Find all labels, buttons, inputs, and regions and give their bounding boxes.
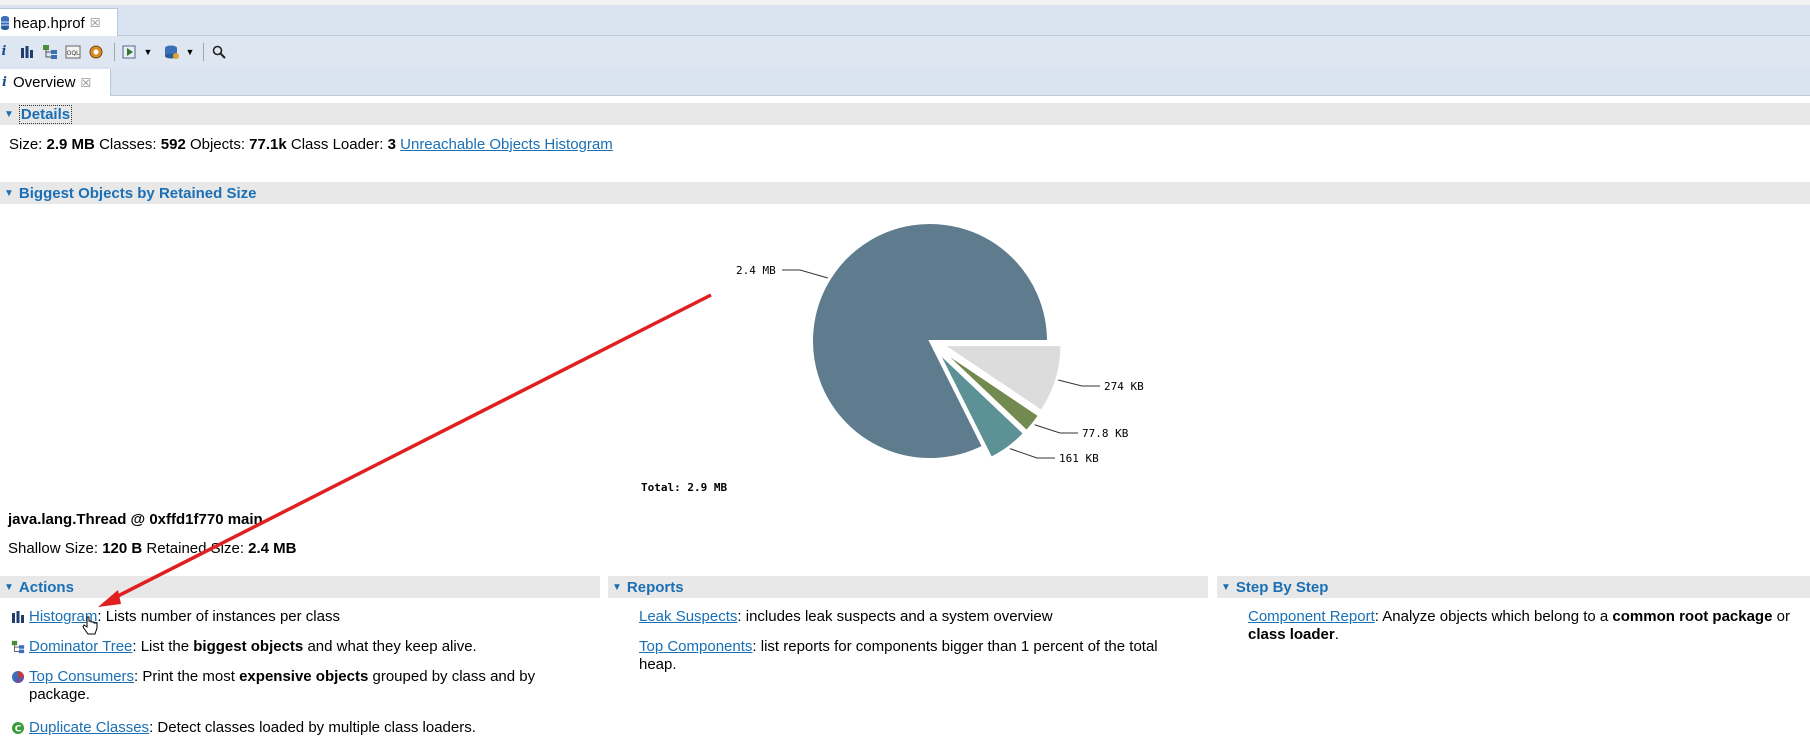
classes-value: 592 [160, 136, 186, 153]
slice-label-161kb: 161 KB [1059, 452, 1099, 465]
view-tab-label: Overview [12, 74, 76, 91]
chevron-down-icon: ▼ [4, 108, 14, 120]
info-icon: i [2, 75, 7, 90]
details-summary: Size: 2.9 MB Classes: 592 Objects: 77.1k… [9, 136, 613, 153]
dominator-tree-icon[interactable] [40, 42, 60, 62]
step-by-step-section-header[interactable]: ▼ Step By Step [1217, 576, 1810, 598]
chevron-down-icon: ▼ [612, 581, 622, 593]
pie-slice-main[interactable] [811, 222, 1050, 460]
size-value: 2.9 MB [46, 136, 95, 153]
pie-slice-161kb[interactable] [937, 351, 1026, 460]
details-title: Details [18, 104, 73, 124]
duplicate-classes-icon: C [12, 722, 24, 735]
pie-leader-line [1058, 379, 1100, 387]
retained-size-value: 2.4 MB [248, 540, 297, 557]
database-icon [1, 16, 9, 30]
report-leak-suspects: Leak Suspects: includes leak suspects an… [639, 608, 1053, 625]
actions-title: Actions [18, 578, 74, 596]
oql-icon[interactable]: OQL [63, 42, 83, 62]
component-report-link[interactable]: Component Report [1248, 608, 1375, 625]
chevron-down-icon: ▼ [4, 581, 14, 593]
editor-tab-label: heap.hprof [13, 14, 85, 32]
slice-label-77kb: 77.8 KB [1082, 427, 1129, 440]
top-consumers-icon [12, 671, 24, 683]
histogram-icon[interactable] [17, 42, 37, 62]
action-top-consumers: Top Consumers: Print the most expensive … [11, 668, 591, 704]
editor-tab-bar: heap.hprof ☒ [0, 5, 1810, 37]
step-component-report: Component Report: Analyze objects which … [1248, 608, 1790, 643]
step-by-step-title: Step By Step [1235, 578, 1329, 596]
editor-tab-heap[interactable]: heap.hprof ☒ [0, 8, 118, 37]
gears-icon[interactable] [86, 42, 106, 62]
pie-total-label: Total: 2.9 MB [641, 481, 728, 494]
leak-suspects-link[interactable]: Leak Suspects [639, 608, 737, 625]
top-consumers-link[interactable]: Top Consumers [29, 668, 134, 685]
action-duplicate-classes: C Duplicate Classes: Detect classes load… [11, 719, 591, 737]
tab-overview[interactable]: i Overview ☒ [0, 69, 111, 96]
reports-title: Reports [626, 578, 684, 596]
toolbar-separator [203, 42, 204, 61]
report-top-components: Top Components: list reports for compone… [639, 638, 1158, 673]
search-icon[interactable] [209, 42, 229, 62]
histogram-link[interactable]: Histogram [29, 608, 97, 625]
svg-text:OQL: OQL [67, 50, 80, 57]
reports-section-header[interactable]: ▼ Reports [608, 576, 1208, 598]
selected-object-sizes: Shallow Size: 120 B Retained Size: 2.4 M… [8, 540, 297, 557]
details-section-header[interactable]: ▼ Details [0, 103, 1810, 125]
pie-leader-line [1009, 448, 1055, 459]
biggest-objects-section-header[interactable]: ▼ Biggest Objects by Retained Size [0, 182, 1810, 204]
actions-section-header[interactable]: ▼ Actions [0, 576, 600, 598]
pie-leader-line [1034, 424, 1078, 434]
unreachable-histogram-link[interactable]: Unreachable Objects Histogram [400, 136, 613, 153]
dominator-tree-link[interactable]: Dominator Tree [29, 638, 132, 655]
top-components-link[interactable]: Top Components [639, 638, 752, 655]
pie-leader-line [782, 269, 829, 279]
slice-label-274kb: 274 KB [1104, 380, 1144, 393]
biggest-objects-title: Biggest Objects by Retained Size [18, 184, 257, 202]
chevron-down-icon: ▼ [4, 187, 14, 199]
action-histogram: Histogram: Lists number of instances per… [11, 608, 591, 626]
chevron-down-icon[interactable]: ▼ [185, 42, 195, 62]
view-tab-bar: i Overview ☒ [0, 67, 1810, 96]
toolbar: i OQL ▼ ▼ [0, 36, 1810, 68]
chevron-down-icon: ▼ [1221, 581, 1231, 593]
info-icon[interactable]: i [0, 42, 8, 62]
chevron-down-icon[interactable]: ▼ [143, 42, 153, 62]
duplicate-classes-link[interactable]: Duplicate Classes [29, 719, 149, 736]
query-browser-icon[interactable] [162, 42, 182, 62]
run-report-icon[interactable] [120, 42, 140, 62]
dominator-tree-icon [11, 640, 25, 654]
svg-text:C: C [15, 725, 22, 735]
toolbar-separator [114, 42, 115, 61]
close-icon[interactable]: ☒ [90, 16, 101, 30]
action-dominator-tree: Dominator Tree: List the biggest objects… [11, 638, 591, 656]
shallow-size-value: 120 B [102, 540, 143, 557]
selected-object-name: java.lang.Thread @ 0xffd1f770 main [8, 511, 263, 528]
pie-slice-77kb[interactable] [940, 348, 1041, 433]
close-icon[interactable]: ☒ [80, 76, 91, 90]
objects-value: 77.1k [249, 136, 287, 153]
pie-slice-274kb[interactable] [940, 344, 1063, 413]
histogram-icon [12, 611, 24, 623]
slice-label-main: 2.4 MB [736, 264, 776, 277]
class-loader-value: 3 [387, 136, 396, 153]
